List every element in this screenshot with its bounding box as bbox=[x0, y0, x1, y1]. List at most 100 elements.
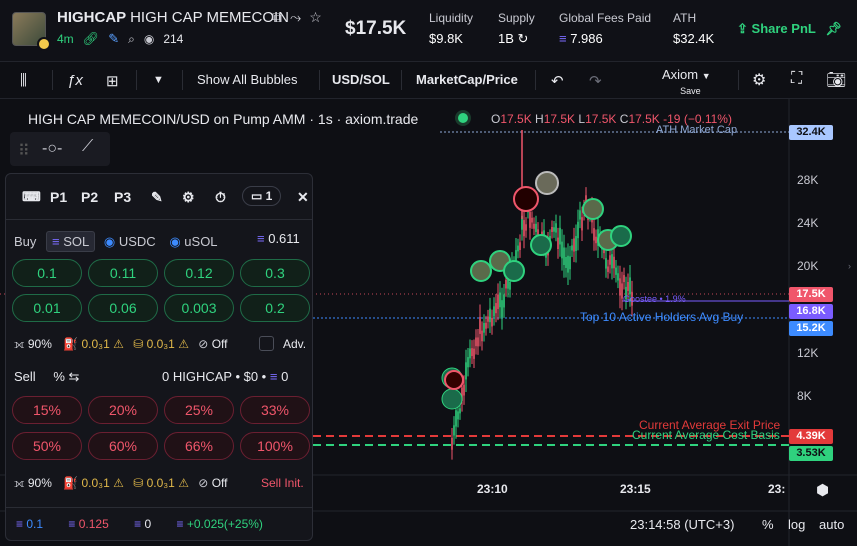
wallet-selector[interactable]: ▭ 1 bbox=[242, 186, 282, 206]
tab-p3[interactable]: P3 bbox=[114, 189, 131, 205]
tab-p2[interactable]: P2 bbox=[81, 189, 98, 205]
undo-icon[interactable]: ↶ bbox=[551, 72, 564, 90]
sold-value: 0.125 bbox=[78, 517, 109, 531]
mode-toggle[interactable]: MarketCap/Price bbox=[416, 72, 518, 87]
buy-bubble bbox=[441, 388, 463, 410]
buy-label: Buy bbox=[14, 234, 37, 249]
sell-summary: 0 HIGHCAP • $0 • ≡ 0 bbox=[162, 369, 288, 384]
buy-amount-button[interactable]: 0.2 bbox=[240, 294, 310, 322]
share-pnl-button[interactable]: ⇪ Share PnL 📌︎ bbox=[737, 21, 842, 37]
settings-gear-icon[interactable]: ⚙ bbox=[752, 70, 766, 90]
sell-percent-button[interactable]: 20% bbox=[88, 396, 158, 424]
horizontal-line-icon[interactable]: -○- bbox=[42, 140, 62, 158]
candle-body bbox=[463, 384, 465, 396]
sell-percent-button[interactable]: 66% bbox=[164, 432, 234, 460]
chart-title: HIGH CAP MEMECOIN/USD on Pump AMM · 1s ·… bbox=[28, 111, 419, 127]
chart-toolbar: ⫼ ƒx ⊞ ▼ Show All Bubbles USD/SOL Market… bbox=[0, 62, 857, 99]
chevron-right-icon[interactable]: › bbox=[848, 261, 851, 271]
wallet-count: 1 bbox=[265, 189, 273, 203]
sell-settings-row[interactable]: ⟗ 90% ⛽ 0.0₃1 ⚠ ⛁ 0.0₃1 ⚠ ⊘ Off bbox=[14, 476, 228, 491]
sell-percent-button[interactable]: 25% bbox=[164, 396, 234, 424]
share-icon[interactable]: ⤳ bbox=[290, 9, 301, 26]
swap-icon[interactable]: ⇆ bbox=[69, 369, 80, 384]
log-scale-toggle[interactable]: log bbox=[788, 517, 805, 532]
settings-gear-icon[interactable]: ⚙ bbox=[182, 189, 195, 206]
token-option-usol[interactable]: ◉ uSOL bbox=[164, 232, 222, 252]
chevron-down-icon[interactable]: ▼ bbox=[153, 74, 164, 86]
refresh-icon[interactable]: ↻ bbox=[518, 31, 529, 46]
sell-percent-button[interactable]: 50% bbox=[12, 432, 82, 460]
buy-amount-button[interactable]: 0.003 bbox=[164, 294, 234, 322]
buy-settings-row[interactable]: ⟗ 90% ⛽ 0.0₃1 ⚠ ⛁ 0.0₃1 ⚠ ⊘ Off bbox=[14, 337, 228, 352]
buy-amount-button[interactable]: 0.06 bbox=[88, 294, 158, 322]
copy-icon[interactable]: ⧉ bbox=[272, 9, 282, 26]
stat-value: $9.8K bbox=[429, 31, 463, 46]
link-icon[interactable]: 🔗︎ bbox=[83, 31, 100, 47]
indicators-icon[interactable]: ƒx bbox=[67, 72, 83, 89]
priority-fee: ⛽ 0.0₃1 ⚠ bbox=[63, 337, 124, 351]
token-full-name: HIGH CAP MEMECOIN bbox=[130, 9, 289, 26]
buy-grid-row-2: 0.01 0.06 0.003 0.2 bbox=[12, 294, 310, 322]
fullscreen-icon[interactable]: ⛶ bbox=[791, 70, 802, 88]
pen-icon[interactable]: ✎ bbox=[108, 31, 119, 47]
dev-bubble bbox=[535, 171, 559, 195]
stat-fees: Global Fees Paid ≡ 7.986 bbox=[559, 11, 651, 46]
star-icon[interactable]: ☆ bbox=[309, 9, 322, 26]
candle-body bbox=[623, 275, 625, 283]
settings-hex-icon[interactable]: ⬢ bbox=[816, 481, 829, 499]
layouts-icon[interactable]: ⊞ bbox=[106, 72, 119, 90]
currency-toggle[interactable]: USD/SOL bbox=[332, 72, 390, 87]
search-icon[interactable]: ⌕ bbox=[128, 32, 135, 47]
sell-percent-button[interactable]: 100% bbox=[240, 432, 310, 460]
camera-icon[interactable]: 📷︎ bbox=[826, 70, 846, 90]
auto-scale-toggle[interactable]: auto bbox=[819, 517, 844, 532]
sell-percent-button[interactable]: 60% bbox=[88, 432, 158, 460]
stat-ath: ATH $32.4K bbox=[673, 11, 714, 46]
buy-amount-button[interactable]: 0.01 bbox=[12, 294, 82, 322]
ohlc-low: 17.5K bbox=[585, 112, 617, 126]
candle-body bbox=[611, 254, 613, 269]
preset-tabs: ⌨ P1 P2 P3 ✎ ⚙ ⏱ ▭ 1 ✕ bbox=[6, 174, 312, 220]
advanced-checkbox[interactable] bbox=[259, 336, 274, 351]
edit-icon[interactable]: ✎ bbox=[151, 189, 163, 206]
drag-handle-icon[interactable]: ⠿ bbox=[18, 141, 30, 161]
slippage-value: 90% bbox=[27, 476, 52, 490]
buy-amount-button[interactable]: 0.11 bbox=[88, 259, 158, 287]
divider bbox=[52, 70, 53, 90]
priority-value: 0.0₃1 bbox=[81, 476, 110, 490]
timer-icon[interactable]: ⏱ bbox=[215, 189, 226, 206]
sell-percent-button[interactable]: 33% bbox=[240, 396, 310, 424]
percent-scale-toggle[interactable]: % bbox=[762, 517, 774, 532]
candle-body bbox=[615, 267, 617, 275]
candle-body bbox=[487, 316, 489, 322]
token-price: $17.5K bbox=[345, 18, 407, 39]
candle-body bbox=[619, 278, 621, 296]
candle-body bbox=[571, 245, 573, 251]
close-icon[interactable]: ✕ bbox=[297, 189, 309, 206]
clock: 23:14:58 (UTC+3) bbox=[630, 517, 735, 532]
candle-type-icon[interactable]: ⫼ bbox=[20, 72, 27, 89]
solana-icon: ≡ bbox=[176, 517, 184, 531]
sell-init-button[interactable]: Sell Init. bbox=[261, 476, 304, 490]
buy-amount-button[interactable]: 0.3 bbox=[240, 259, 310, 287]
show-bubbles-button[interactable]: Show All Bubbles bbox=[197, 72, 297, 87]
solana-icon: ≡ bbox=[134, 517, 142, 531]
candle-body bbox=[523, 220, 525, 237]
candle-body bbox=[517, 245, 519, 252]
pin-icon[interactable]: 📌︎ bbox=[825, 21, 842, 36]
stat-label: Supply bbox=[498, 11, 535, 25]
sell-pct-toggle[interactable]: % bbox=[53, 369, 65, 384]
stat-supply: Supply 1B ↻ bbox=[498, 11, 535, 47]
sell-percent-button[interactable]: 15% bbox=[12, 396, 82, 424]
buy-amount-button[interactable]: 0.1 bbox=[12, 259, 82, 287]
token-option-sol[interactable]: ≡ SOL bbox=[46, 231, 96, 252]
buy-bubble bbox=[470, 260, 492, 282]
buy-amount-button[interactable]: 0.12 bbox=[164, 259, 234, 287]
redo-icon[interactable]: ↷ bbox=[589, 72, 602, 90]
trend-line-icon[interactable]: ⟋ bbox=[82, 138, 93, 156]
token-option-usdc[interactable]: ◉ USDC bbox=[99, 232, 161, 252]
tab-p1[interactable]: P1 bbox=[50, 189, 67, 205]
bribe-fee: ⛁ 0.0₃1 ⚠ bbox=[133, 476, 189, 490]
keyboard-icon[interactable]: ⌨ bbox=[22, 189, 41, 205]
axiom-save[interactable]: Axiom ▼ Save bbox=[662, 67, 711, 97]
